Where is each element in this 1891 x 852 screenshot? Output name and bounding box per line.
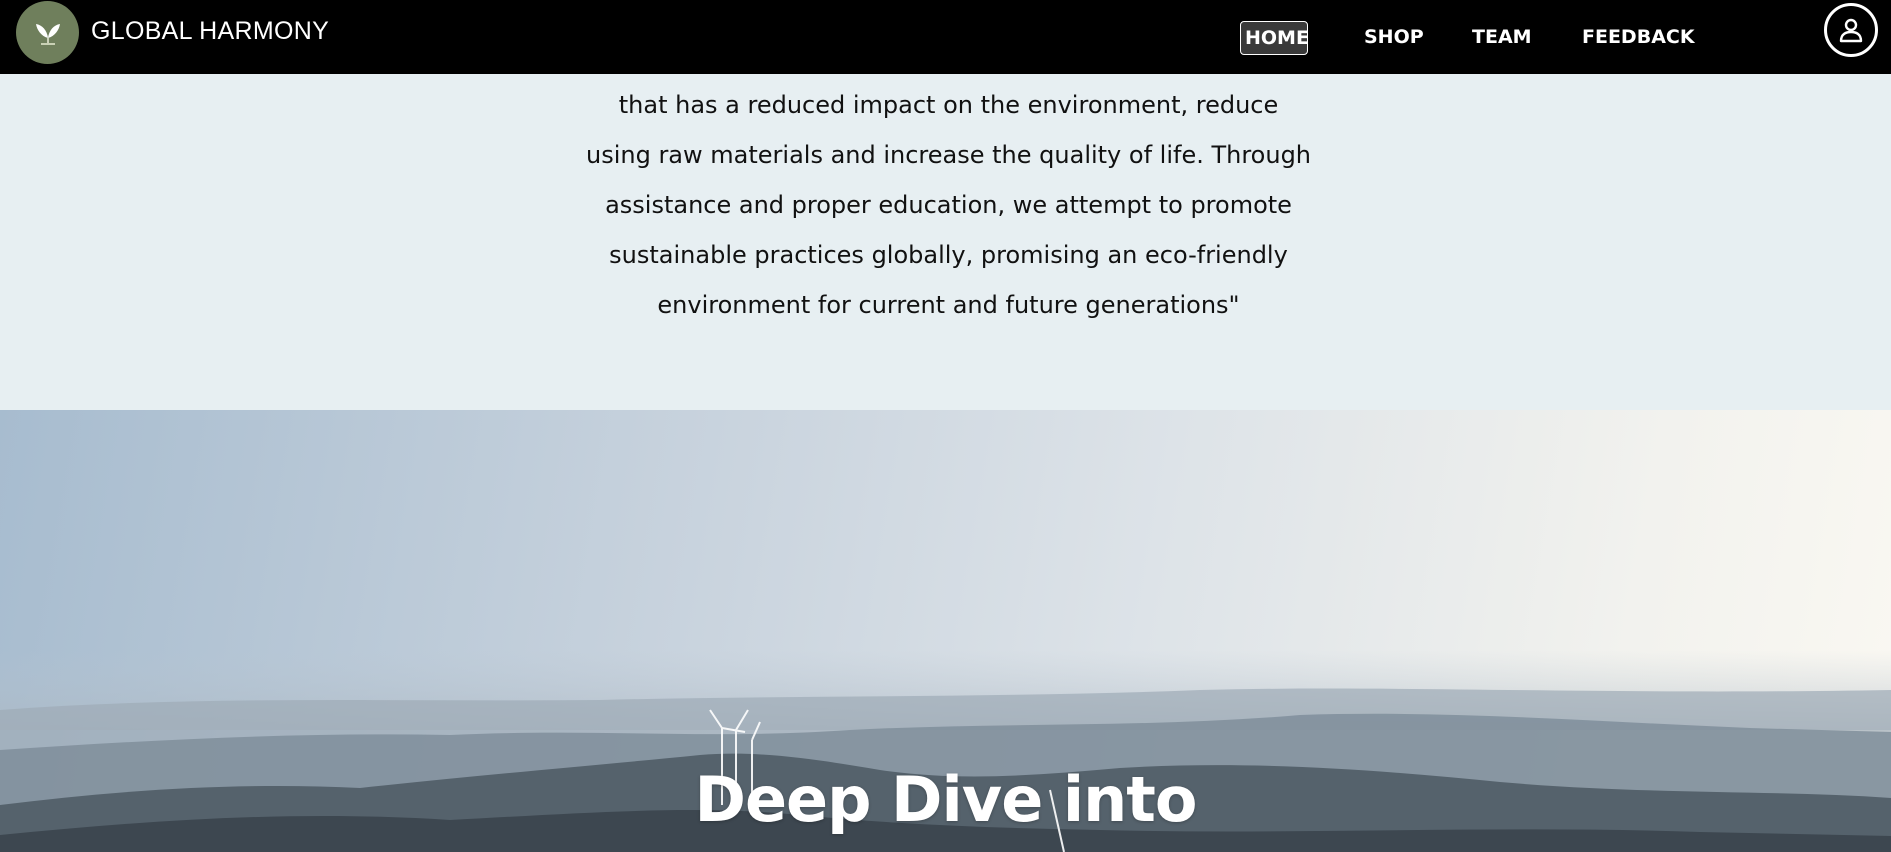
nav-home[interactable]: HOME: [1240, 21, 1309, 55]
nav-team[interactable]: TEAM: [1468, 21, 1536, 55]
account-button[interactable]: [1824, 3, 1878, 57]
hero-title: Deep Dive into: [694, 763, 1198, 836]
leaf-icon: [35, 23, 60, 45]
mission-line: environment for current and future gener…: [657, 291, 1240, 319]
brand-name[interactable]: GLOBAL HARMONY: [91, 17, 329, 46]
user-icon: [1839, 18, 1863, 43]
mission-statement: that has a reduced impact on the environ…: [520, 80, 1377, 330]
mission-line: sustainable practices globally, promisin…: [609, 241, 1288, 269]
mission-line: that has a reduced impact on the environ…: [618, 91, 1279, 119]
mission-line: assistance and proper education, we atte…: [605, 191, 1292, 219]
mission-section: that has a reduced impact on the environ…: [0, 74, 1891, 410]
top-navbar: GLOBAL HARMONY HOME SHOP TEAM FEEDBACK: [0, 0, 1891, 74]
nav-shop[interactable]: SHOP: [1360, 21, 1428, 55]
hero-section: Deep Dive into: [0, 410, 1891, 852]
nav-feedback[interactable]: FEEDBACK: [1578, 21, 1699, 55]
logo[interactable]: [16, 1, 79, 64]
mission-line: using raw materials and increase the qua…: [585, 141, 1312, 169]
